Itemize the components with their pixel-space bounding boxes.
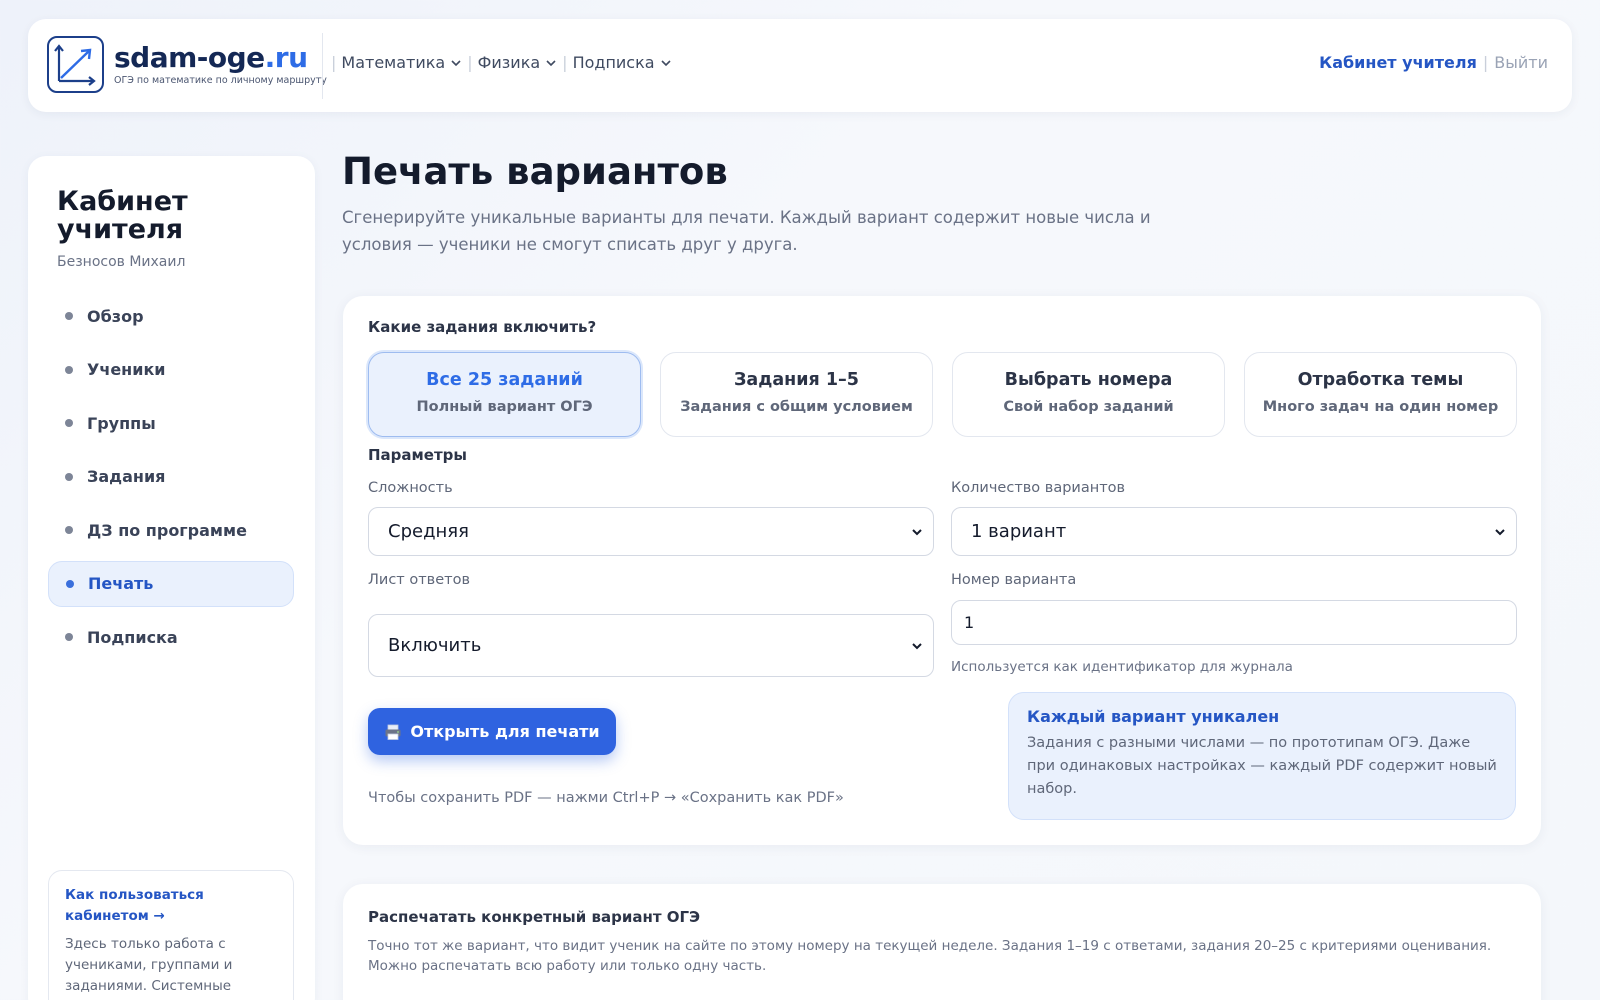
tasks-label: Какие задания включить? (368, 318, 597, 336)
sidebar: Кабинет учителя Безносов Михаил Обзор Уч… (28, 156, 315, 1000)
bullet-icon (65, 633, 73, 641)
brand-name: sdam-oge.ru (114, 41, 308, 74)
variant-number-label: Номер варианта (951, 572, 1077, 588)
chevron-down-icon (1495, 528, 1505, 535)
nav-physics[interactable]: Физика (478, 53, 558, 72)
task-mode-selector: Все 25 заданий Полный вариант ОГЭ Задани… (368, 352, 1517, 437)
page-description: Сгенерируйте уникальные варианты для печ… (342, 208, 1151, 254)
bullet-icon (65, 526, 73, 534)
variant-number-input[interactable] (951, 600, 1517, 645)
help-text: Здесь только работа с учениками, группам… (65, 936, 233, 994)
chevron-down-icon (912, 642, 922, 649)
bullet-icon (65, 365, 73, 374)
params-label: Параметры (368, 446, 467, 464)
sidebar-item-homework[interactable]: ДЗ по программе (48, 507, 294, 553)
chevron-down-icon (661, 59, 671, 66)
mode-all-tasks[interactable]: Все 25 заданий Полный вариант ОГЭ (368, 352, 641, 437)
mode-choose-numbers[interactable]: Выбрать номера Свой набор заданий (952, 352, 1225, 437)
variants-count-label: Количество вариантов (951, 480, 1126, 496)
difficulty-label: Сложность (368, 480, 453, 496)
unique-variant-info: Каждый вариант уникален Задания с разным… (1008, 692, 1516, 820)
bullet-icon (65, 472, 73, 481)
sidebar-menu: Обзор Ученики Группы Задания ДЗ по прогр… (48, 293, 294, 668)
logout-link[interactable]: Выйти (1494, 53, 1548, 72)
answer-sheet-label: Лист ответов (368, 572, 471, 588)
help-box: Как пользоваться кабинетом → Здесь тольк… (48, 870, 294, 1000)
help-link[interactable]: Как пользоваться кабинетом → (65, 885, 277, 927)
sidebar-item-subscription[interactable]: Подписка (48, 614, 294, 660)
nav-subscription[interactable]: Подписка (573, 53, 672, 72)
top-header: sdam-oge.ru ОГЭ по математике по личному… (28, 19, 1572, 112)
specific-variant-card: Распечатать конкретный вариант ОГЭ Точно… (343, 884, 1541, 1000)
sidebar-user-name: Безносов Михаил (57, 254, 186, 270)
bullet-icon (65, 419, 73, 427)
bullet-icon (66, 579, 74, 588)
page-title: Печать вариантов (342, 150, 728, 193)
sidebar-item-print[interactable]: Печать (48, 560, 294, 607)
nav-math[interactable]: Математика (341, 53, 462, 72)
header-divider (322, 33, 323, 99)
chevron-down-icon (546, 59, 556, 66)
chevron-down-icon (912, 528, 922, 535)
teacher-cabinet-link[interactable]: Кабинет учителя (1319, 53, 1477, 72)
specific-variant-text: Точно тот же вариант, что видит ученик н… (368, 938, 1492, 974)
info-title: Каждый вариант уникален (1027, 707, 1280, 726)
variants-count-select[interactable]: 1 вариант (951, 507, 1517, 556)
printer-icon (385, 724, 401, 740)
mode-topic-practice[interactable]: Отработка темы Много задач на один номер (1244, 352, 1517, 437)
mode-tasks-1-5[interactable]: Задания 1–5 Задания с общим условием (660, 352, 933, 437)
answer-sheet-select[interactable]: Включить (368, 614, 934, 677)
pdf-save-hint: Чтобы сохранить PDF — нажми Ctrl+P → «Со… (368, 790, 844, 806)
info-text: Задания с разными числами — по прототипа… (1027, 735, 1497, 797)
variant-number-hint: Используется как идентификатор для журна… (951, 659, 1293, 675)
brand-tagline: ОГЭ по математике по личному маршруту (114, 75, 327, 86)
account-links: Кабинет учителя | Выйти (1319, 53, 1548, 72)
chevron-down-icon (451, 59, 461, 66)
brand[interactable]: sdam-oge.ru ОГЭ по математике по личному… (114, 41, 327, 87)
bullet-icon (65, 312, 73, 320)
specific-variant-title: Распечатать конкретный вариант ОГЭ (368, 908, 701, 926)
sidebar-item-overview[interactable]: Обзор (48, 293, 294, 339)
sidebar-title: Кабинет учителя (57, 186, 188, 245)
main-nav: | Математика | Физика | Подписка (326, 53, 672, 72)
print-settings-card: Какие задания включить? Все 25 заданий П… (343, 296, 1541, 845)
sidebar-item-students[interactable]: Ученики (48, 347, 294, 393)
logo-chart-icon[interactable] (47, 36, 104, 93)
difficulty-select[interactable]: Средняя (368, 507, 934, 556)
sidebar-item-groups[interactable]: Группы (48, 400, 294, 446)
open-print-button[interactable]: Открыть для печати (368, 708, 616, 755)
sidebar-item-tasks[interactable]: Задания (48, 454, 294, 500)
